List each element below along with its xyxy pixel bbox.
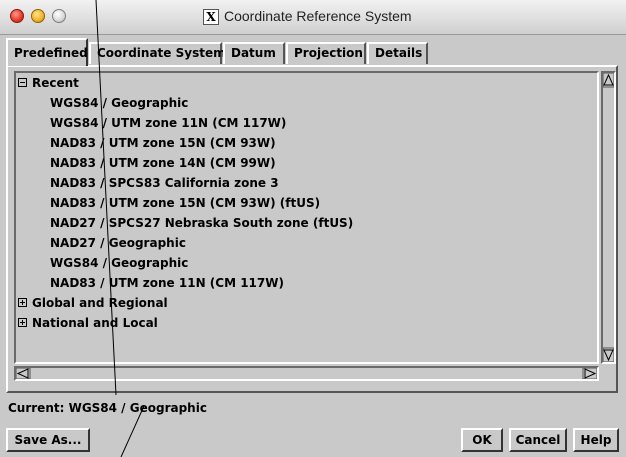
collapse-icon[interactable]	[18, 78, 27, 87]
tree-group-global-regional[interactable]: Global and Regional	[18, 294, 168, 312]
vertical-scrollbar[interactable]	[601, 71, 616, 364]
scroll-down-arrow-icon[interactable]	[603, 347, 614, 362]
tree-item[interactable]: NAD83 / UTM zone 11N (CM 117W)	[50, 274, 284, 292]
save-as-button[interactable]: Save As...	[6, 428, 90, 452]
tab-predefined[interactable]: Predefined	[6, 38, 88, 66]
expand-icon[interactable]	[18, 298, 27, 307]
title-bar: X Coordinate Reference System	[0, 0, 626, 35]
tree-item[interactable]: WGS84 / Geographic	[50, 254, 188, 272]
predefined-panel: Recent WGS84 / Geographic WGS84 / UTM zo…	[6, 65, 618, 393]
tree-group-label: Global and Regional	[32, 296, 168, 310]
tab-coordinate-system[interactable]: Coordinate System	[89, 42, 226, 64]
tree-item[interactable]: WGS84 / Geographic	[50, 94, 188, 112]
tree-item[interactable]: NAD83 / SPCS83 California zone 3	[50, 174, 279, 192]
help-button[interactable]: Help	[573, 428, 619, 452]
x11-icon: X	[203, 9, 219, 25]
tree-group-label: Recent	[32, 76, 79, 90]
close-window-button[interactable]	[10, 9, 24, 23]
scroll-right-arrow-icon[interactable]	[582, 368, 597, 379]
tree-group-label: National and Local	[32, 316, 158, 330]
horizontal-scrollbar[interactable]	[14, 366, 599, 381]
tree-item[interactable]: NAD27 / SPCS27 Nebraska South zone (ftUS…	[50, 214, 353, 232]
tab-projection[interactable]: Projection	[286, 42, 366, 64]
cancel-button[interactable]: Cancel	[509, 428, 567, 452]
expand-icon[interactable]	[18, 318, 27, 327]
tree-item[interactable]: NAD83 / UTM zone 15N (CM 93W)	[50, 134, 276, 152]
tree-item[interactable]: NAD27 / Geographic	[50, 234, 186, 252]
tab-datum[interactable]: Datum	[223, 42, 285, 64]
tree-group-recent[interactable]: Recent	[18, 74, 79, 92]
tree-item[interactable]: NAD83 / UTM zone 15N (CM 93W) (ftUS)	[50, 194, 320, 212]
scroll-up-arrow-icon[interactable]	[603, 73, 614, 88]
tree-group-national-local[interactable]: National and Local	[18, 314, 158, 332]
tree-item[interactable]: WGS84 / UTM zone 11N (CM 117W)	[50, 114, 286, 132]
crs-tree[interactable]: Recent WGS84 / Geographic WGS84 / UTM zo…	[14, 71, 599, 364]
tree-item[interactable]: NAD83 / UTM zone 14N (CM 99W)	[50, 154, 276, 172]
current-crs-label: Current: WGS84 / Geographic	[8, 401, 207, 415]
tab-details[interactable]: Details	[367, 42, 428, 64]
minimize-window-button[interactable]	[31, 9, 45, 23]
scroll-left-arrow-icon[interactable]	[16, 368, 31, 379]
zoom-window-button[interactable]	[52, 9, 66, 23]
crs-dialog: Predefined Coordinate System Datum Proje…	[0, 35, 626, 457]
window-title: Coordinate Reference System	[224, 8, 412, 24]
ok-button[interactable]: OK	[461, 428, 503, 452]
